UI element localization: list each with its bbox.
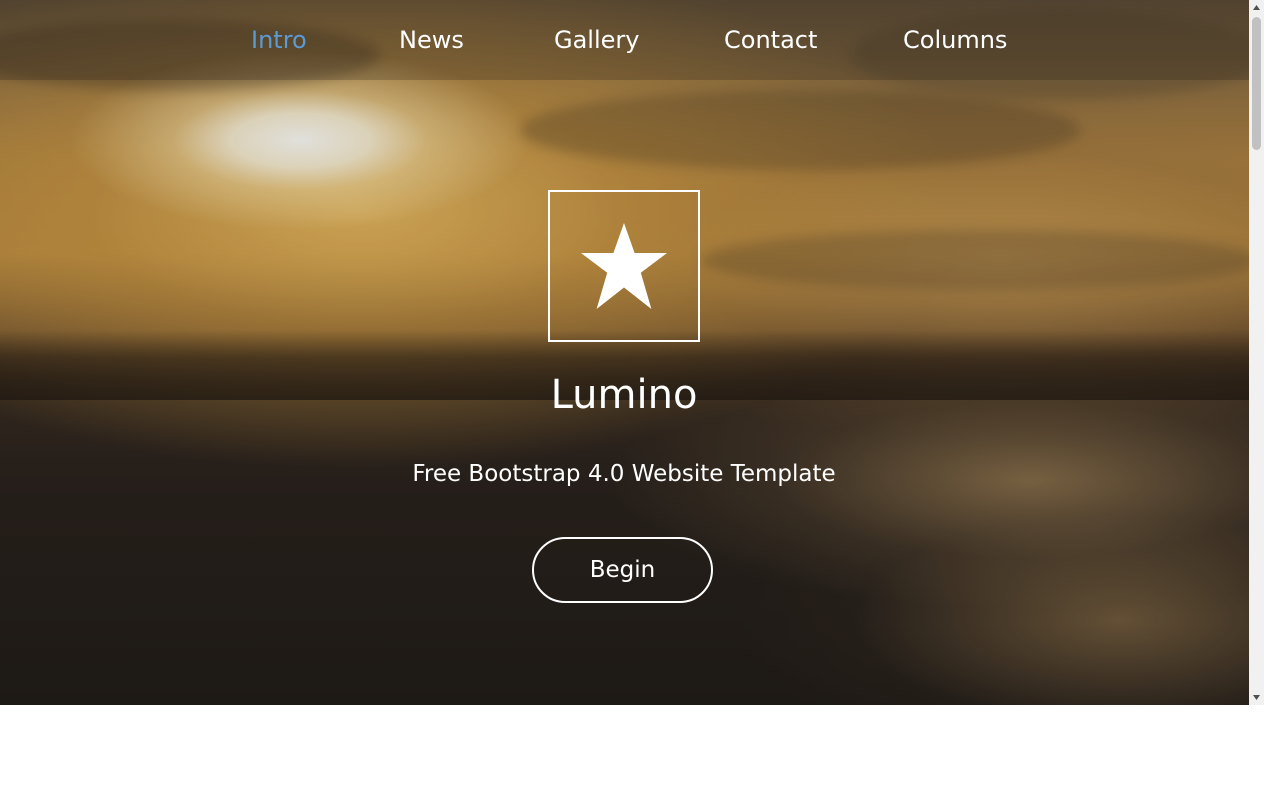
nav-link-intro[interactable]: Intro	[251, 24, 307, 56]
hero-section: Intro News Gallery Contact Columns Lumin…	[0, 0, 1249, 705]
page-scrollbar[interactable]	[1249, 0, 1264, 705]
nav-link-contact[interactable]: Contact	[724, 24, 817, 56]
navbar: Intro News Gallery Contact Columns	[0, 0, 1249, 80]
scroll-up-arrow-icon[interactable]	[1249, 0, 1264, 15]
nav-link-columns[interactable]: Columns	[903, 24, 1007, 56]
scrollbar-thumb[interactable]	[1252, 17, 1261, 150]
site-title: Lumino	[550, 372, 698, 418]
star-icon	[581, 223, 667, 309]
browser-viewport: Intro News Gallery Contact Columns Lumin…	[0, 0, 1280, 800]
begin-button[interactable]: Begin	[532, 537, 713, 603]
scroll-down-arrow-icon[interactable]	[1249, 690, 1264, 705]
site-tagline: Free Bootstrap 4.0 Website Template	[412, 461, 836, 487]
nav-link-news[interactable]: News	[399, 24, 464, 56]
nav-link-gallery[interactable]: Gallery	[554, 24, 639, 56]
logo-box	[548, 190, 700, 342]
